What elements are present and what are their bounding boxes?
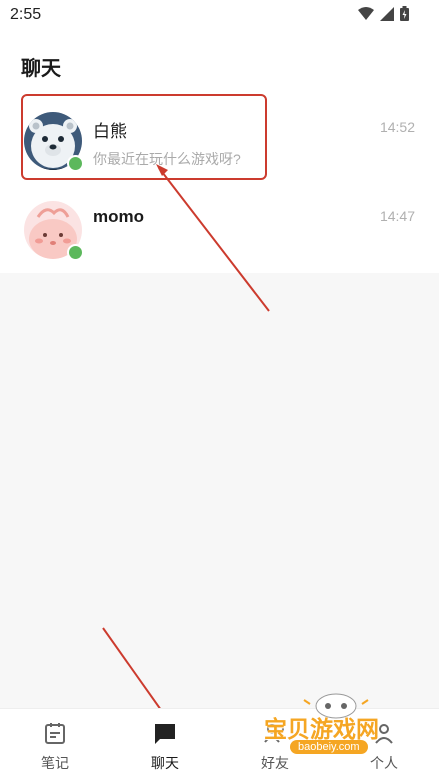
chat-name: 白熊 [93,122,127,141]
online-status-dot [67,244,84,261]
chat-bubble-icon [155,724,175,744]
chat-item-momo[interactable]: momo 14:47 [0,186,439,270]
battery-icon [400,6,409,21]
status-icons [358,6,409,21]
chat-time: 14:47 [379,208,415,224]
nav-label: 聊天 [151,755,179,771]
nav-friends[interactable]: 好友 [220,709,330,781]
nav-notes[interactable]: 笔记 [0,709,110,781]
nav-chat[interactable]: 聊天 [110,709,220,781]
page-title: 聊天 [21,58,61,80]
chat-name: momo [93,207,144,226]
online-status-dot [67,155,84,172]
signal-icon [380,6,394,21]
bottom-nav: 笔记 聊天 好友 个人 [0,708,439,781]
nav-profile[interactable]: 个人 [329,709,439,781]
chat-preview: 你最近在玩什么游戏呀? [93,151,241,167]
status-time: 2:55 [10,6,42,23]
wifi-icon [358,6,374,20]
nav-label: 好友 [261,755,289,771]
person-icon [375,724,393,744]
calendar-icon [45,723,65,744]
nav-label: 笔记 [41,755,69,771]
chat-item-baixiong[interactable]: 白熊 你最近在玩什么游戏呀? 14:52 [0,97,439,181]
status-bar: 2:55 [0,0,439,30]
nav-label: 个人 [370,755,398,771]
chat-time: 14:52 [379,119,415,135]
friends-icon [264,724,284,743]
